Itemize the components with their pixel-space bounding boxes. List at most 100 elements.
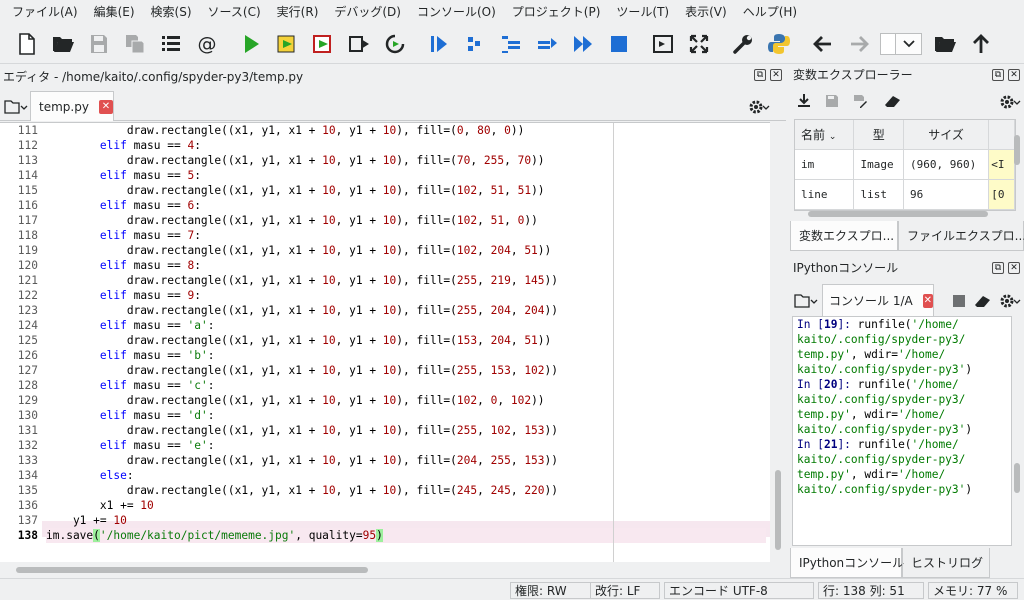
close-tab-icon[interactable]: ✕ — [922, 293, 933, 308]
line-number: 135 — [17, 484, 38, 497]
console-vertical-scrollbar[interactable] — [1014, 463, 1020, 493]
at-icon[interactable]: @ — [192, 29, 222, 59]
parent-dir-arrow-icon[interactable] — [966, 29, 996, 59]
menu-item[interactable]: 表示(V) — [677, 0, 735, 24]
menu-item[interactable]: デバッグ(D) — [326, 0, 409, 24]
stop-icon[interactable] — [604, 29, 634, 59]
column-header[interactable] — [989, 120, 1015, 149]
run-icon[interactable] — [236, 29, 266, 59]
column-header[interactable]: 名前 ⌄ — [795, 120, 855, 149]
menu-item[interactable]: コンソール(O) — [409, 0, 504, 24]
rerun-icon[interactable] — [380, 29, 410, 59]
step-return-icon[interactable] — [532, 29, 562, 59]
menu-item[interactable]: 実行(R) — [269, 0, 327, 24]
table-row[interactable]: line list 96 [0 — [795, 180, 1015, 210]
python-path-icon[interactable] — [764, 29, 794, 59]
interrupt-kernel-icon[interactable] — [952, 294, 966, 311]
save-all-icon[interactable] — [120, 29, 150, 59]
line-number: 127 — [17, 364, 38, 377]
line-number: 137 — [17, 514, 38, 527]
save-data-icon[interactable] — [824, 93, 840, 112]
tab-variable-explorer[interactable]: 変数エクスプロ... — [790, 221, 898, 251]
close-tab-icon[interactable]: ✕ — [98, 99, 113, 114]
line-number: 131 — [17, 424, 38, 437]
menu-item[interactable]: ツール(T) — [608, 0, 677, 24]
eraser-icon[interactable] — [884, 93, 902, 112]
close-pane-icon[interactable]: ✕ — [1008, 69, 1020, 81]
console-output[interactable]: In [19]: runfile('/home/kaito/.config/sp… — [792, 316, 1012, 546]
code-editor[interactable]: 111 112 113 114 115 116 117 118 119 120 121 122 123 1… — [0, 122, 770, 562]
line-number: 115 — [17, 184, 38, 197]
menu-item[interactable]: 検索(S) — [143, 0, 200, 24]
table-vertical-scrollbar[interactable] — [1014, 135, 1020, 165]
line-number: 120 — [17, 259, 38, 272]
editor-horizontal-scrollbar[interactable] — [0, 564, 770, 576]
undock-icon[interactable]: ⧉ — [992, 262, 1004, 274]
line-number: 129 — [17, 394, 38, 407]
scrollbar-thumb[interactable] — [16, 567, 368, 573]
ipython-console-title: IPythonコンソール — [793, 261, 899, 275]
variable-explorer-pane: 変数エクスプローラー ⧉ ✕ 名前 ⌄ 型 サイズ im Image (960,… — [790, 65, 1024, 255]
code-line: else: — [99, 469, 134, 482]
step-icon[interactable] — [460, 29, 490, 59]
menu-item[interactable]: ヘルプ(H) — [735, 0, 805, 24]
editor-vertical-scrollbar[interactable] — [772, 122, 784, 562]
back-arrow-icon[interactable] — [808, 29, 838, 59]
tab-history-log[interactable]: ヒストリログ — [902, 548, 990, 578]
open-folder-icon[interactable] — [48, 29, 78, 59]
fullscreen-icon[interactable] — [684, 29, 714, 59]
browse-tabs-icon[interactable] — [4, 98, 28, 116]
continue-icon[interactable] — [568, 29, 598, 59]
new-file-icon[interactable] — [12, 29, 42, 59]
tab-file-explorer[interactable]: ファイルエクスプロ... — [898, 221, 1024, 251]
tools-wrench-icon[interactable] — [728, 29, 758, 59]
run-selection-icon[interactable] — [344, 29, 374, 59]
options-gear-icon[interactable] — [998, 93, 1022, 114]
close-pane-icon[interactable]: ✕ — [1008, 262, 1020, 274]
list-icon[interactable] — [156, 29, 186, 59]
save-icon[interactable] — [84, 29, 114, 59]
menu-item[interactable]: ファイル(A) — [4, 0, 86, 24]
tab-temp-py[interactable]: temp.py ✕ — [30, 91, 114, 121]
line-number: 134 — [17, 469, 38, 482]
table-horizontal-scrollbar[interactable] — [808, 211, 988, 217]
chevron-down-icon[interactable] — [896, 32, 922, 55]
browse-folder-icon[interactable] — [930, 29, 960, 59]
eraser-icon[interactable] — [974, 293, 992, 312]
editor-options-gear-icon[interactable] — [748, 98, 770, 116]
console-line: temp.py', wdir='/home/ — [797, 468, 946, 481]
code-line: elif masu == 5: — [99, 169, 201, 182]
forward-arrow-icon[interactable] — [844, 29, 874, 59]
menu-item[interactable]: プロジェクト(P) — [504, 0, 609, 24]
run-cell-icon[interactable] — [272, 29, 302, 59]
scrollbar-thumb[interactable] — [775, 470, 781, 550]
step-into-icon[interactable] — [496, 29, 526, 59]
run-cell-advance-icon[interactable] — [308, 29, 338, 59]
status-memory: メモリ: 77 % — [928, 582, 1018, 599]
working-dir-combo[interactable] — [880, 32, 922, 55]
code-line: elif masu == 8: — [99, 259, 201, 272]
undock-icon[interactable]: ⧉ — [992, 69, 1004, 81]
column-header[interactable]: 型 — [854, 120, 905, 149]
var-type: list — [854, 180, 905, 209]
tab-ipython-console[interactable]: IPythonコンソール — [790, 548, 904, 578]
status-cursor-position: 行: 138 列: 51 — [818, 582, 924, 599]
maximize-pane-icon[interactable] — [648, 29, 678, 59]
menu-item[interactable]: 編集(E) — [86, 0, 143, 24]
column-header[interactable]: サイズ — [904, 120, 990, 149]
close-pane-icon[interactable]: ✕ — [770, 69, 782, 81]
save-data-as-icon[interactable] — [852, 93, 868, 112]
browse-tabs-icon[interactable] — [794, 292, 818, 313]
debug-icon[interactable] — [424, 29, 454, 59]
working-dir-field[interactable] — [880, 32, 896, 55]
menu-item[interactable]: ソース(C) — [200, 0, 269, 24]
tab-console-1a[interactable]: コンソール 1/A ✕ — [822, 284, 934, 316]
import-data-icon[interactable] — [796, 93, 812, 112]
var-name: im — [795, 150, 855, 179]
line-number: 136 — [17, 499, 38, 512]
sort-chevron-down-icon: ⌄ — [828, 132, 837, 142]
menubar: ファイル(A) 編集(E) 検索(S) ソース(C) 実行(R) デバッグ(D) コンソール… — [0, 0, 1024, 24]
undock-icon[interactable]: ⧉ — [754, 69, 766, 81]
options-gear-icon[interactable] — [998, 292, 1022, 313]
table-row[interactable]: im Image (960, 960) <I — [795, 150, 1015, 180]
